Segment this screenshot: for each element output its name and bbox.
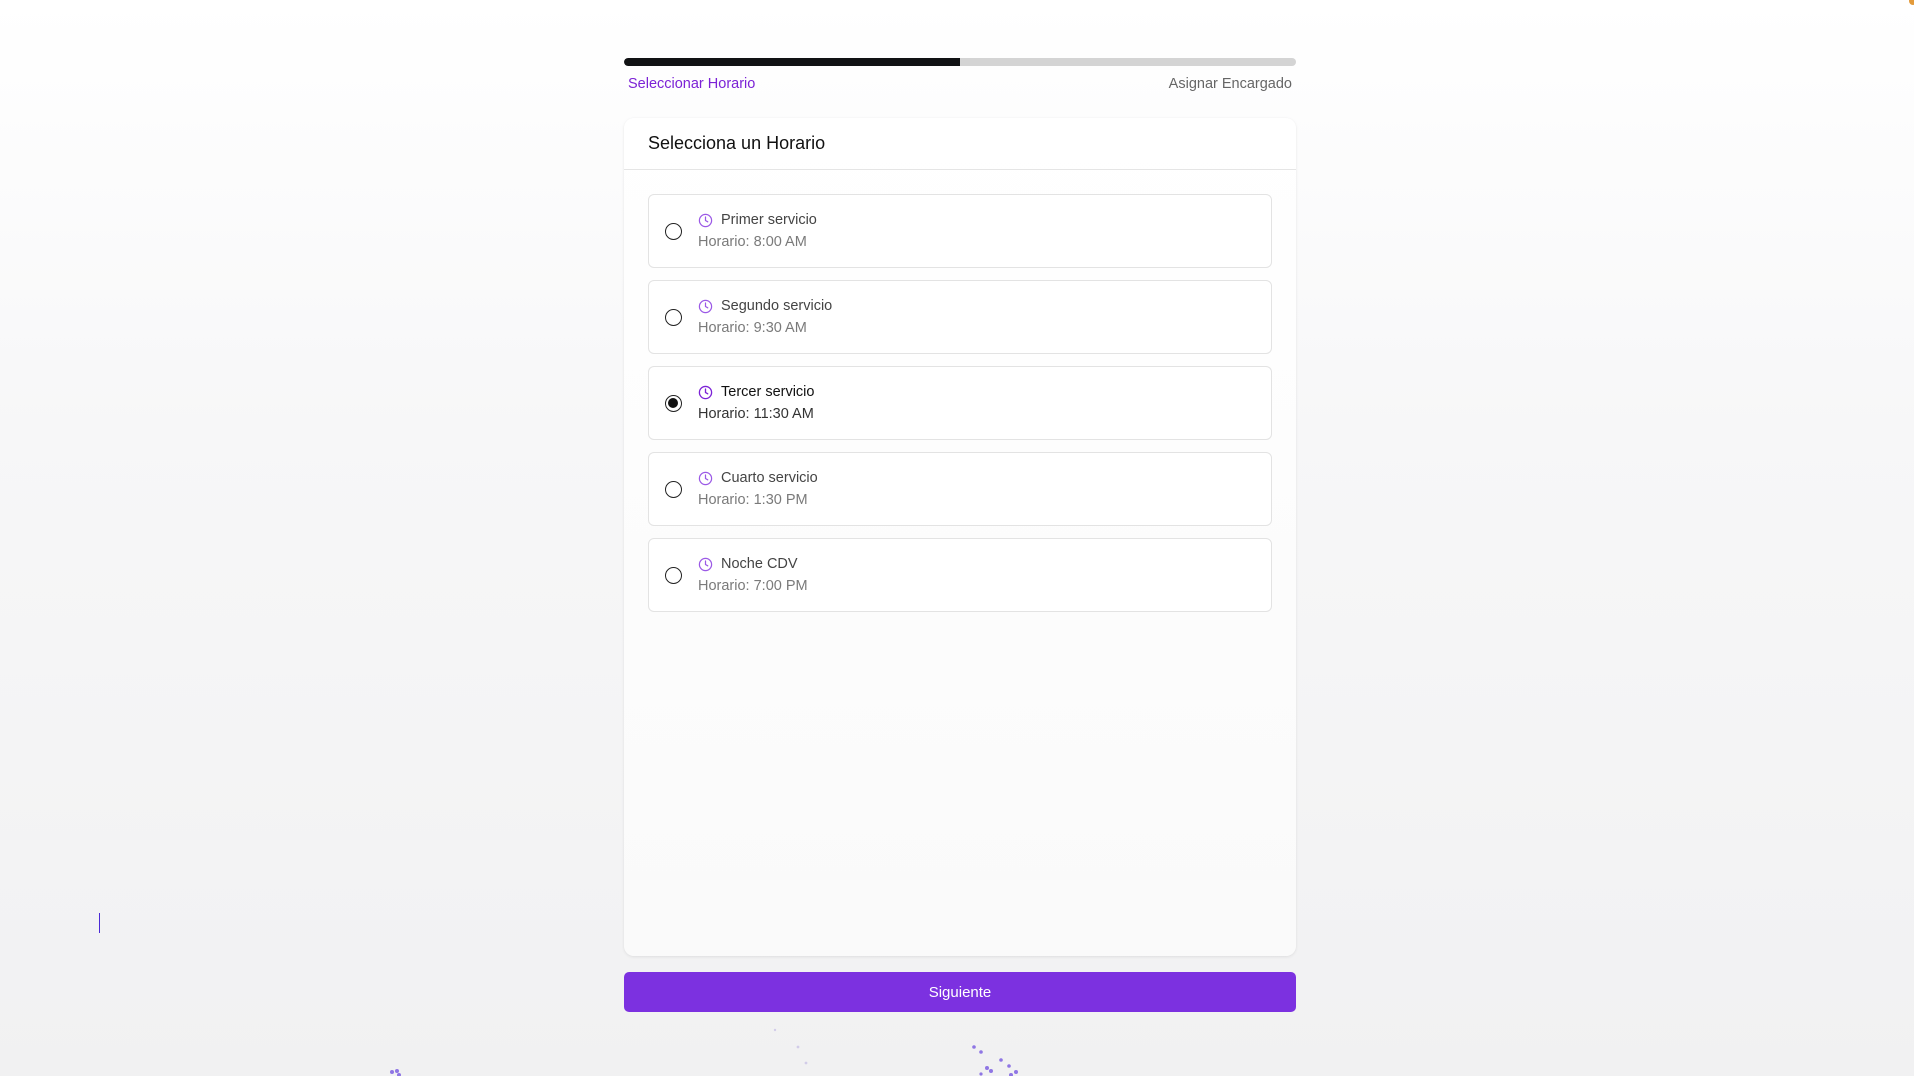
radio-button[interactable] xyxy=(665,566,682,584)
option-name: Tercer servicio xyxy=(721,384,815,400)
option-time: Horario: 9:30 AM xyxy=(698,320,807,336)
option-name: Primer servicio xyxy=(721,212,817,228)
step-select-schedule: Seleccionar Horario xyxy=(628,76,756,92)
card-title: Selecciona un Horario xyxy=(648,133,826,153)
option-title-row: Primer servicio xyxy=(698,212,817,228)
clock-icon xyxy=(698,299,713,313)
option-title-row: Cuarto servicio xyxy=(698,470,818,486)
schedule-card: Selecciona un Horario Primer servicio Ho… xyxy=(624,118,1296,956)
option-name: Segundo servicio xyxy=(721,298,833,314)
radio-button-selected[interactable] xyxy=(665,394,682,412)
schedule-option-5[interactable]: Noche CDV Horario: 7:00 PM xyxy=(648,538,1272,612)
option-name: Cuarto servicio xyxy=(721,470,818,486)
progress-bar-fill xyxy=(624,58,960,66)
schedule-options: Primer servicio Horario: 8:00 AM Segundo… xyxy=(624,170,1296,612)
option-time: Horario: 11:30 AM xyxy=(698,406,814,422)
step-assign-manager: Asignar Encargado xyxy=(1168,76,1292,92)
radio-button[interactable] xyxy=(665,480,682,498)
option-time: Horario: 7:00 PM xyxy=(698,578,808,594)
option-name: Noche CDV xyxy=(721,556,798,572)
option-text: Segundo servicio Horario: 9:30 AM xyxy=(698,298,832,336)
option-text: Primer servicio Horario: 8:00 AM xyxy=(698,212,817,250)
radio-button[interactable] xyxy=(665,308,682,326)
schedule-option-3[interactable]: Tercer servicio Horario: 11:30 AM xyxy=(648,366,1272,440)
schedule-option-1[interactable]: Primer servicio Horario: 8:00 AM xyxy=(648,194,1272,268)
text-cursor xyxy=(99,913,100,933)
next-button[interactable]: Siguiente xyxy=(624,972,1296,1012)
option-time: Horario: 1:30 PM xyxy=(698,492,808,508)
step-labels: Seleccionar Horario Asignar Encargado xyxy=(624,76,1296,92)
option-text: Cuarto servicio Horario: 1:30 PM xyxy=(698,470,818,508)
option-title-row: Noche CDV xyxy=(698,556,808,572)
option-text: Noche CDV Horario: 7:00 PM xyxy=(698,556,808,594)
clock-icon xyxy=(698,213,713,227)
progress-bar xyxy=(624,58,1296,66)
option-text: Tercer servicio Horario: 11:30 AM xyxy=(698,384,814,422)
option-title-row: Tercer servicio xyxy=(698,384,814,400)
radio-button[interactable] xyxy=(665,222,682,240)
option-title-row: Segundo servicio xyxy=(698,298,832,314)
schedule-wizard: Seleccionar Horario Asignar Encargado Se… xyxy=(624,58,1296,1012)
clock-icon xyxy=(698,557,713,571)
clock-icon xyxy=(698,385,713,399)
status-dot xyxy=(1909,0,1914,5)
schedule-option-2[interactable]: Segundo servicio Horario: 9:30 AM xyxy=(648,280,1272,354)
card-header: Selecciona un Horario xyxy=(624,118,1296,170)
clock-icon xyxy=(698,471,713,485)
option-time: Horario: 8:00 AM xyxy=(698,234,807,250)
schedule-option-4[interactable]: Cuarto servicio Horario: 1:30 PM xyxy=(648,452,1272,526)
